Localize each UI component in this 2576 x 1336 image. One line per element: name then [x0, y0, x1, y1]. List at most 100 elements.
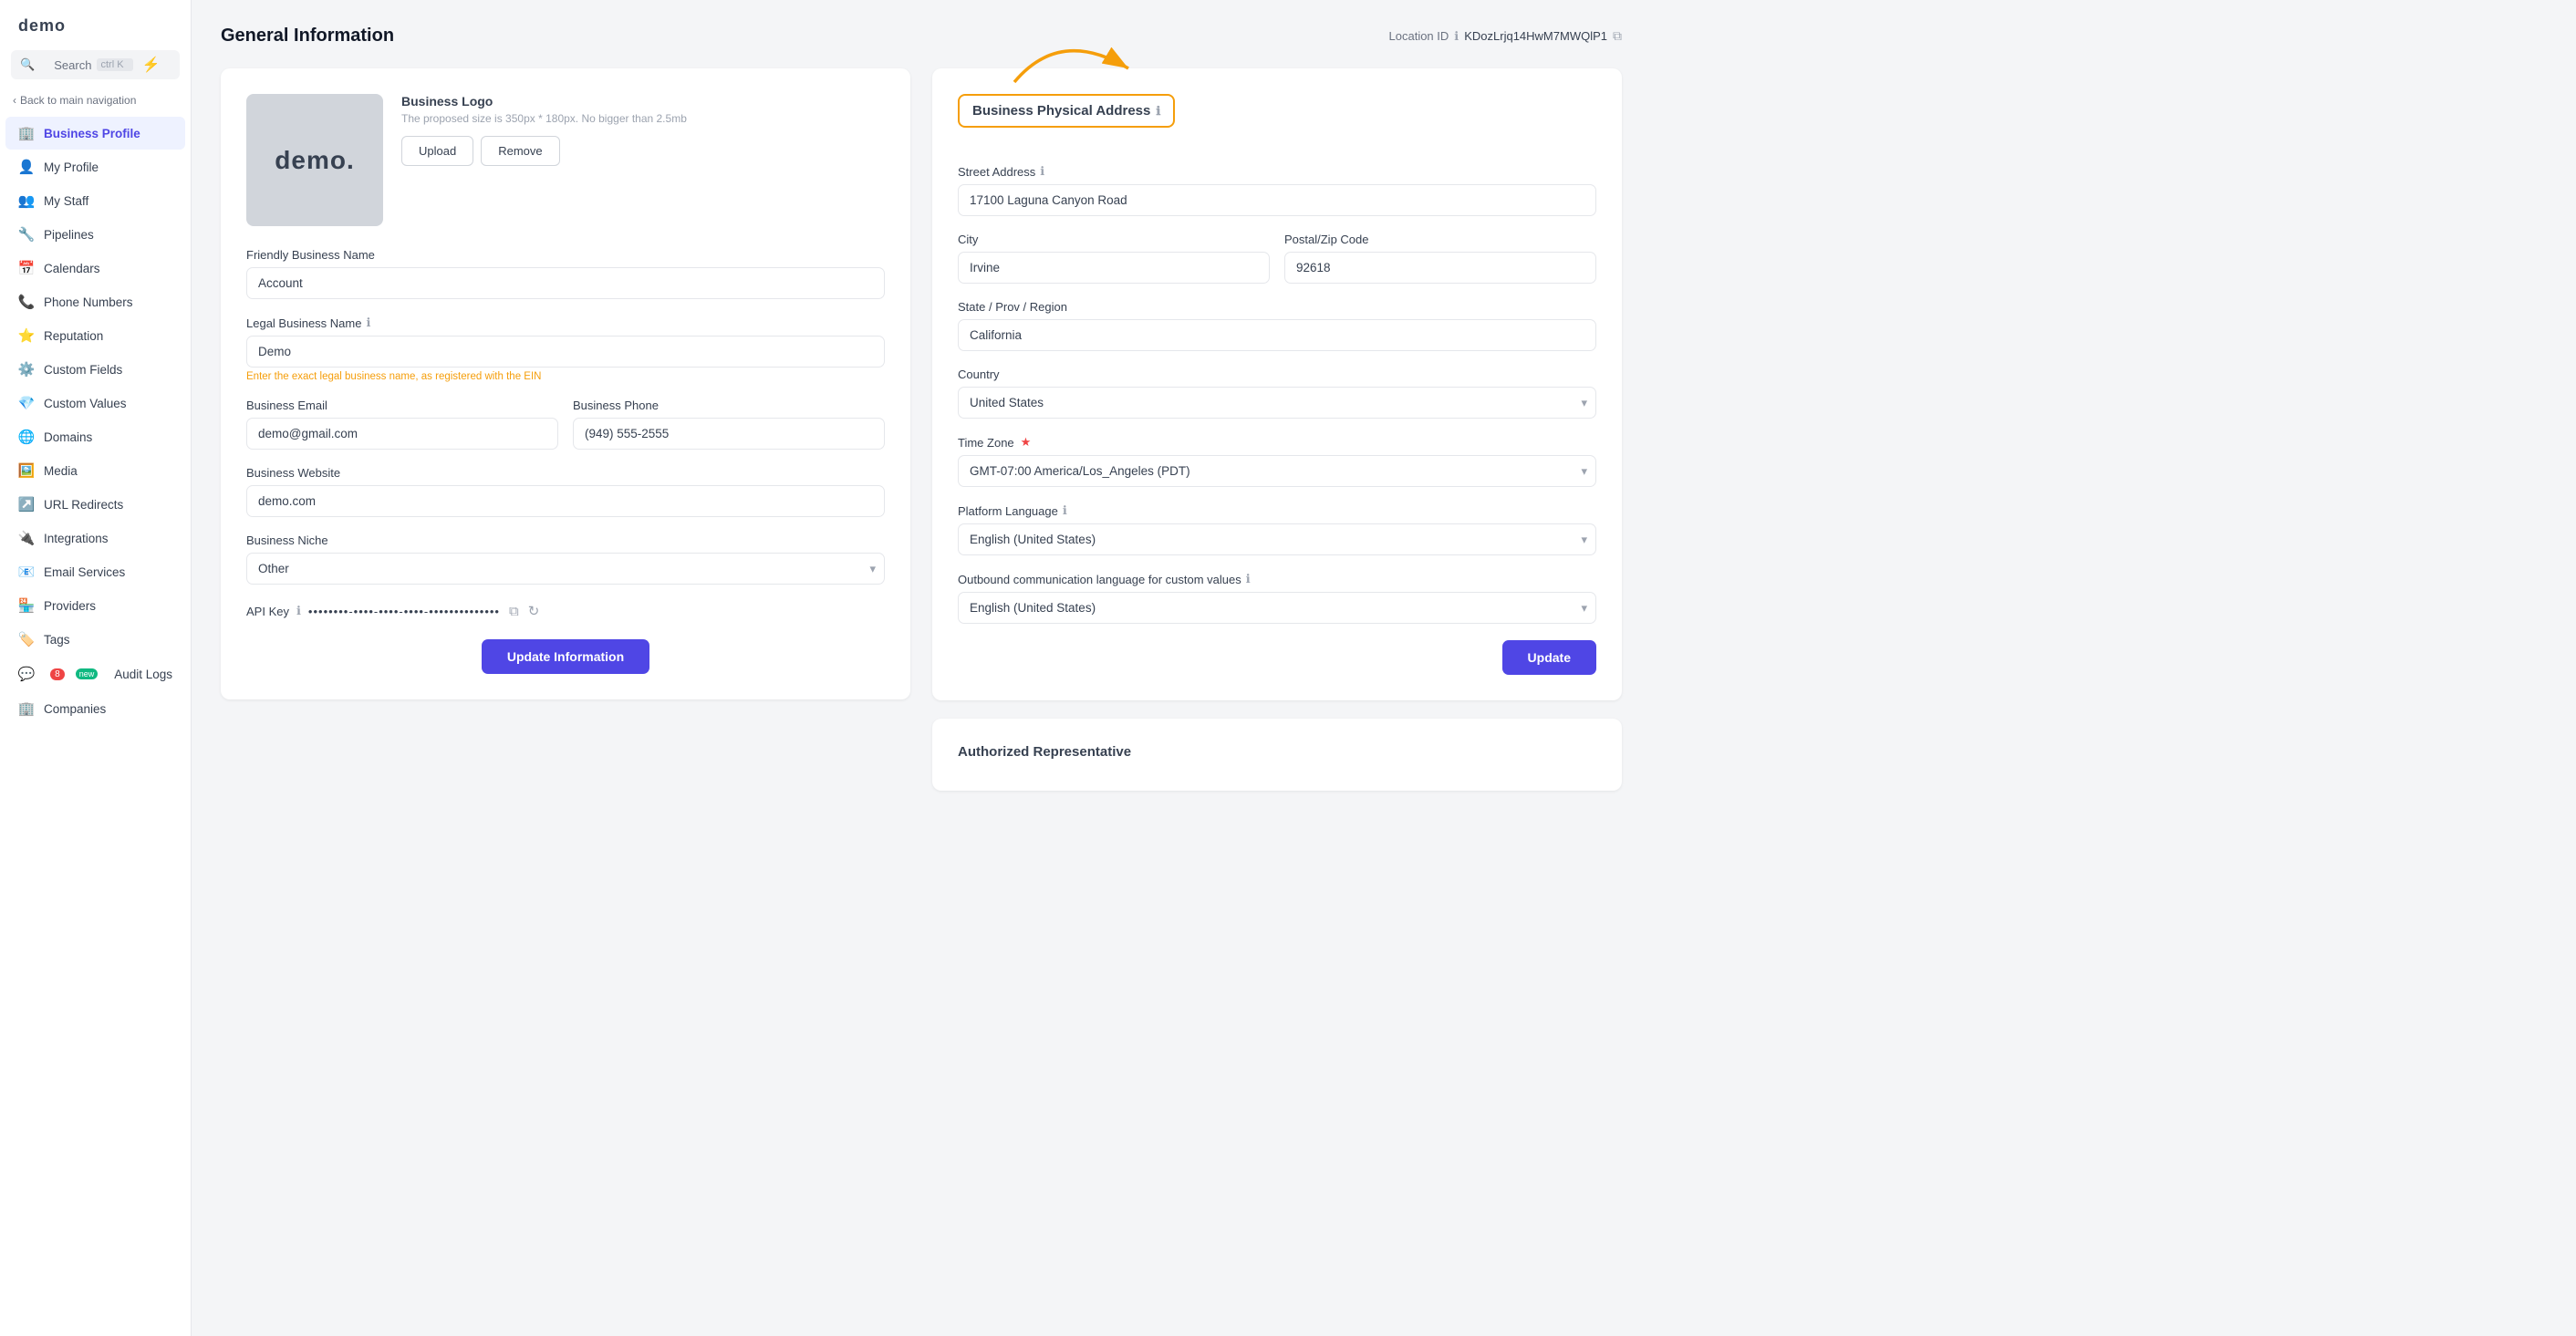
- address-card-title: Business Physical Address ℹ: [958, 94, 1175, 128]
- search-label: Search: [54, 58, 91, 72]
- api-key-row: API Key ℹ ••••••••-••••-••••-••••-••••••…: [246, 601, 885, 621]
- postal-label: Postal/Zip Code: [1284, 233, 1596, 246]
- my-staff-icon: 👥: [18, 192, 35, 209]
- left-panel: demo. Business Logo The proposed size is…: [221, 68, 910, 699]
- sidebar-item-my-staff[interactable]: 👥My Staff: [5, 184, 185, 217]
- location-id-label: Location ID: [1389, 29, 1449, 43]
- domains-icon: 🌐: [18, 429, 35, 445]
- nav-list: 🏢Business Profile 👤 My Profile 👥My Staff🔧Pi…: [0, 116, 191, 657]
- business-website-input[interactable]: [246, 485, 885, 517]
- outbound-language-select[interactable]: English (United States) Spanish French: [958, 592, 1596, 624]
- country-select[interactable]: United States Canada United Kingdom Aust…: [958, 387, 1596, 419]
- search-bar[interactable]: 🔍 Search ctrl K ⚡: [11, 50, 180, 79]
- state-label: State / Prov / Region: [958, 300, 1596, 314]
- sidebar-item-label-business-profile: Business Profile: [44, 127, 140, 140]
- legal-name-input[interactable]: [246, 336, 885, 368]
- sidebar-item-tags[interactable]: 🏷️Tags: [5, 623, 185, 656]
- upload-button[interactable]: Upload: [401, 136, 473, 166]
- update-right-btn-row: Update: [958, 640, 1596, 675]
- update-information-button[interactable]: Update Information: [482, 639, 649, 674]
- lightning-icon: ⚡: [142, 56, 171, 74]
- sidebar-item-label-email-services: Email Services: [44, 565, 125, 579]
- email-phone-row: Business Email Business Phone: [246, 399, 885, 466]
- friendly-name-input[interactable]: [246, 267, 885, 299]
- outbound-language-group: Outbound communication language for cust…: [958, 572, 1596, 624]
- sidebar-item-label-calendars: Calendars: [44, 262, 100, 275]
- logo-label: Business Logo: [401, 94, 885, 109]
- street-address-input[interactable]: [958, 184, 1596, 216]
- providers-icon: 🏪: [18, 597, 35, 614]
- legal-name-hint: Enter the exact legal business name, as …: [246, 371, 885, 382]
- logo-info: Business Logo The proposed size is 350px…: [401, 94, 885, 166]
- business-phone-input[interactable]: [573, 418, 885, 450]
- sidebar-item-email-services[interactable]: 📧 Email Services: [5, 555, 185, 588]
- companies-label: Companies: [44, 702, 106, 716]
- state-input[interactable]: [958, 319, 1596, 351]
- sidebar-item-providers[interactable]: 🏪Providers: [5, 589, 185, 622]
- platform-language-label: Platform Language ℹ: [958, 503, 1596, 518]
- sidebar-item-integrations[interactable]: 🔌Integrations: [5, 522, 185, 554]
- update-address-button[interactable]: Update: [1502, 640, 1596, 675]
- api-key-refresh-icon[interactable]: ↻: [526, 601, 542, 621]
- right-panel: Business Physical Address ℹ Street Addre…: [932, 68, 1622, 809]
- search-icon: 🔍: [20, 57, 48, 72]
- timezone-wrapper: GMT-07:00 America/Los_Angeles (PDT) GMT-…: [958, 455, 1596, 487]
- email-services-icon: 📧: [18, 564, 35, 580]
- sidebar-item-calendars[interactable]: 📅Calendars: [5, 252, 185, 285]
- url-redirects-icon: ↗️: [18, 496, 35, 513]
- sidebar-item-label-phone-numbers: Phone Numbers: [44, 295, 133, 309]
- postal-input[interactable]: [1284, 252, 1596, 284]
- sidebar-item-custom-fields[interactable]: ⚙️Custom Fields: [5, 353, 185, 386]
- timezone-required: ★: [1021, 435, 1032, 450]
- business-website-group: Business Website: [246, 466, 885, 517]
- sidebar-item-label-pipelines: Pipelines: [44, 228, 94, 242]
- logo-preview: demo.: [246, 94, 383, 226]
- outbound-language-label: Outbound communication language for cust…: [958, 572, 1596, 586]
- business-email-group: Business Email: [246, 399, 558, 450]
- sidebar-item-reputation[interactable]: ⭐Reputation: [5, 319, 185, 352]
- back-to-main-nav[interactable]: ‹ Back to main navigation: [0, 88, 191, 116]
- location-id-value[interactable]: KDozLrjq14HwM7MWQlP1: [1464, 29, 1607, 43]
- copy-icon[interactable]: ⧉: [1613, 28, 1622, 44]
- sidebar-item-my-profile[interactable]: 👤 My Profile: [5, 150, 185, 183]
- sidebar-item-label-my-profile: My Profile: [44, 161, 99, 174]
- sidebar-item-custom-values[interactable]: 💎Custom Values: [5, 387, 185, 419]
- city-input[interactable]: [958, 252, 1270, 284]
- custom-values-icon: 💎: [18, 395, 35, 411]
- info-icon: ℹ: [1454, 29, 1459, 44]
- timezone-select[interactable]: GMT-07:00 America/Los_Angeles (PDT) GMT-…: [958, 455, 1596, 487]
- sidebar-item-label-domains: Domains: [44, 430, 92, 444]
- page-title: General Information: [221, 26, 394, 47]
- api-key-actions: ⧉ ↻: [507, 601, 541, 621]
- my-profile-icon: 👤: [18, 159, 35, 175]
- sidebar-item-phone-numbers[interactable]: 📞Phone Numbers: [5, 285, 185, 318]
- integrations-icon: 🔌: [18, 530, 35, 546]
- sidebar-item-audit-logs[interactable]: 💬 8 new Audit Logs: [5, 658, 185, 690]
- logo-hint: The proposed size is 350px * 180px. No b…: [401, 112, 885, 125]
- business-email-input[interactable]: [246, 418, 558, 450]
- country-wrapper: United States Canada United Kingdom Aust…: [958, 387, 1596, 419]
- chat-icon: 💬: [18, 666, 35, 682]
- platform-lang-info-icon: ℹ: [1063, 503, 1067, 518]
- sidebar-item-label-custom-fields: Custom Fields: [44, 363, 122, 377]
- friendly-name-group: Friendly Business Name: [246, 248, 885, 299]
- api-key-copy-icon[interactable]: ⧉: [507, 601, 521, 621]
- sidebar-item-pipelines[interactable]: 🔧Pipelines: [5, 218, 185, 251]
- business-phone-label: Business Phone: [573, 399, 885, 412]
- sidebar-item-business-profile[interactable]: 🏢Business Profile: [5, 117, 185, 150]
- companies-icon: 🏢: [18, 700, 35, 717]
- city-label: City: [958, 233, 1270, 246]
- legal-name-group: Legal Business Name ℹ Enter the exact le…: [246, 316, 885, 382]
- sidebar-item-domains[interactable]: 🌐 Domains: [5, 420, 185, 453]
- business-niche-label: Business Niche: [246, 533, 885, 547]
- sidebar-item-companies[interactable]: 🏢 Companies: [5, 692, 185, 725]
- sidebar-item-label-url-redirects: URL Redirects: [44, 498, 123, 512]
- media-icon: 🖼️: [18, 462, 35, 479]
- api-key-info-icon: ℹ: [296, 604, 301, 618]
- platform-language-select[interactable]: English (United States) Spanish French: [958, 523, 1596, 555]
- sidebar-item-media[interactable]: 🖼️Media: [5, 454, 185, 487]
- sidebar-item-url-redirects[interactable]: ↗️ URL Redirects: [5, 488, 185, 521]
- business-niche-select[interactable]: Other Technology Healthcare Finance Educ…: [246, 553, 885, 585]
- logo-btn-row: Upload Remove: [401, 136, 885, 166]
- remove-button[interactable]: Remove: [481, 136, 559, 166]
